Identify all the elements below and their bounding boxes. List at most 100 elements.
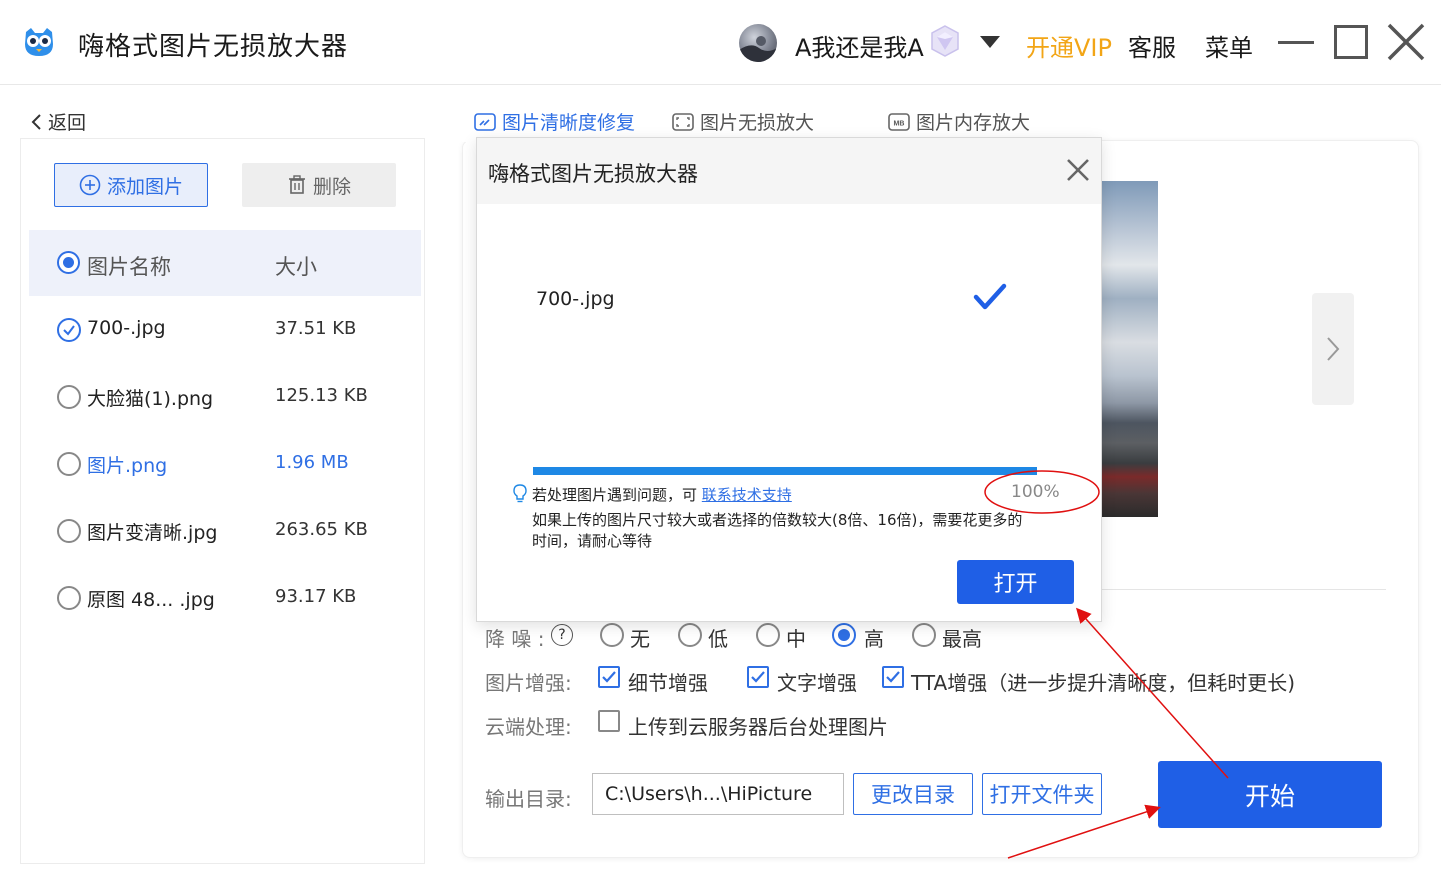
chevron-right-icon: [1327, 337, 1340, 361]
image-repair-icon: [474, 112, 496, 131]
file-name: 图片变清晰.jpg: [87, 522, 218, 544]
cloud-upload-checkbox[interactable]: [598, 710, 620, 732]
expand-icon: [672, 112, 694, 131]
progress-bar: [533, 467, 1037, 475]
close-icon[interactable]: [1063, 155, 1093, 185]
help-icon[interactable]: ?: [551, 624, 573, 646]
denoise-option: 高: [864, 627, 884, 651]
file-row[interactable]: 图片.png 1.96 MB: [29, 440, 421, 490]
delete-button[interactable]: 删除: [242, 163, 396, 207]
avatar[interactable]: [739, 24, 777, 62]
denoise-radio-low[interactable]: [678, 623, 702, 647]
check-icon: [602, 671, 616, 683]
file-radio[interactable]: [57, 519, 81, 543]
vip-gem-icon: [931, 25, 959, 57]
tab-label: 图片内存放大: [916, 112, 1031, 134]
menu-link[interactable]: 菜单: [1205, 28, 1253, 63]
denoise-radio-mid[interactable]: [756, 623, 780, 647]
enhance-option: 文字增强: [777, 671, 857, 695]
denoise-label: 降 噪 :: [485, 627, 545, 651]
file-radio[interactable]: [57, 452, 81, 476]
back-link[interactable]: 返回: [30, 108, 86, 135]
tab-label: 图片无损放大: [700, 112, 815, 134]
file-radio[interactable]: [57, 586, 81, 610]
progress-dialog: 嗨格式图片无损放大器 700-.jpg 若处理图片遇到问题，可 联系技术支持 1…: [476, 137, 1102, 622]
account-dropdown-icon[interactable]: [980, 36, 1000, 48]
progress-fill: [533, 467, 1037, 475]
minimize-icon[interactable]: [1278, 41, 1314, 44]
add-image-button[interactable]: 添加图片: [54, 163, 208, 207]
plus-circle-icon: [79, 174, 101, 196]
change-dir-button[interactable]: 更改目录: [853, 773, 973, 815]
tab-image-repair[interactable]: 图片清晰度修复: [474, 108, 635, 135]
file-row[interactable]: 700-.jpg 37.51 KB: [29, 306, 421, 356]
owl-logo-icon: [25, 28, 53, 56]
delete-label: 删除: [312, 175, 351, 198]
open-vip-link[interactable]: 开通VIP: [1026, 28, 1112, 63]
denoise-radio-max[interactable]: [912, 623, 936, 647]
open-folder-button[interactable]: 打开文件夹: [982, 773, 1102, 815]
select-all-radio[interactable]: [57, 251, 80, 274]
tab-lossless-enlarge[interactable]: 图片无损放大: [672, 108, 814, 135]
add-image-label: 添加图片: [106, 175, 183, 198]
support-link[interactable]: 联系技术支持: [702, 486, 792, 504]
output-dir-label: 输出目录:: [485, 787, 572, 811]
file-size: 37.51 KB: [275, 318, 357, 339]
mb-icon: MB: [888, 112, 910, 131]
tta-enhance-checkbox[interactable]: [882, 666, 904, 688]
open-result-button[interactable]: 打开: [957, 560, 1074, 604]
file-row[interactable]: 原图 48... .jpg 93.17 KB: [29, 574, 421, 624]
tab-memory-enlarge[interactable]: MB 图片内存放大: [888, 108, 1030, 135]
file-row[interactable]: 图片变清晰.jpg 263.65 KB: [29, 507, 421, 557]
dialog-file-name: 700-.jpg: [536, 288, 615, 310]
detail-enhance-checkbox[interactable]: [598, 666, 620, 688]
tab-label: 图片清晰度修复: [502, 112, 636, 134]
cloud-option: 上传到云服务器后台处理图片: [628, 715, 888, 739]
title-bar: 嗨格式图片无损放大器 A我还是我A 开通VIP 客服 菜单: [0, 0, 1441, 85]
file-size: 125.13 KB: [275, 385, 368, 406]
avatar-image: [739, 36, 777, 62]
file-name: 700-.jpg: [87, 317, 166, 339]
column-header-size: 大小: [275, 255, 317, 279]
enhance-option: 细节增强: [628, 671, 708, 695]
hint-detail: 如果上传的图片尺寸较大或者选择的倍数较大(8倍、16倍)，需要花更多的时间，请耐…: [532, 511, 1023, 550]
username[interactable]: A我还是我A: [795, 28, 924, 63]
dialog-header: 嗨格式图片无损放大器: [477, 138, 1101, 204]
file-radio[interactable]: [57, 385, 81, 409]
preview-image: [1100, 181, 1158, 517]
output-path-field[interactable]: C:\Users\h...\HiPicture: [592, 773, 844, 815]
file-size: 93.17 KB: [275, 586, 357, 607]
maximize-icon[interactable]: [1334, 25, 1368, 59]
next-image-button[interactable]: [1312, 293, 1354, 405]
hint-text: 若处理图片遇到问题，可 联系技术支持: [532, 484, 792, 505]
file-name: 大脸猫(1).png: [87, 388, 214, 410]
enhance-option: TTA增强（进一步提升清晰度，但耗时更长): [911, 671, 1296, 695]
denoise-radio-none[interactable]: [600, 623, 624, 647]
customer-service-link[interactable]: 客服: [1128, 28, 1176, 63]
back-label: 返回: [48, 112, 87, 134]
hint-prefix: 若处理图片遇到问题，可: [532, 486, 698, 504]
divider: [1100, 589, 1386, 590]
check-icon: [63, 325, 75, 336]
file-row[interactable]: 大脸猫(1).png 125.13 KB: [29, 373, 421, 423]
file-size: 263.65 KB: [275, 519, 368, 540]
column-header-name: 图片名称: [87, 255, 171, 279]
denoise-option: 低: [708, 627, 728, 651]
lightbulb-icon: [513, 484, 527, 503]
chevron-left-icon: [31, 113, 41, 130]
cloud-label: 云端处理:: [485, 715, 572, 739]
denoise-option: 中: [786, 627, 806, 651]
trash-icon: [288, 175, 305, 194]
file-size: 1.96 MB: [275, 452, 349, 473]
text-enhance-checkbox[interactable]: [747, 666, 769, 688]
start-button[interactable]: 开始: [1158, 761, 1382, 828]
checkmark-icon: [973, 283, 1007, 310]
file-name: 原图 48... .jpg: [87, 589, 215, 611]
check-icon: [751, 671, 765, 683]
enhance-label: 图片增强:: [485, 671, 572, 695]
denoise-radio-high[interactable]: [832, 623, 856, 647]
file-name: 图片.png: [87, 455, 168, 477]
file-done-radio[interactable]: [57, 318, 81, 342]
denoise-option: 无: [630, 627, 650, 651]
close-window-icon[interactable]: [1386, 22, 1426, 62]
